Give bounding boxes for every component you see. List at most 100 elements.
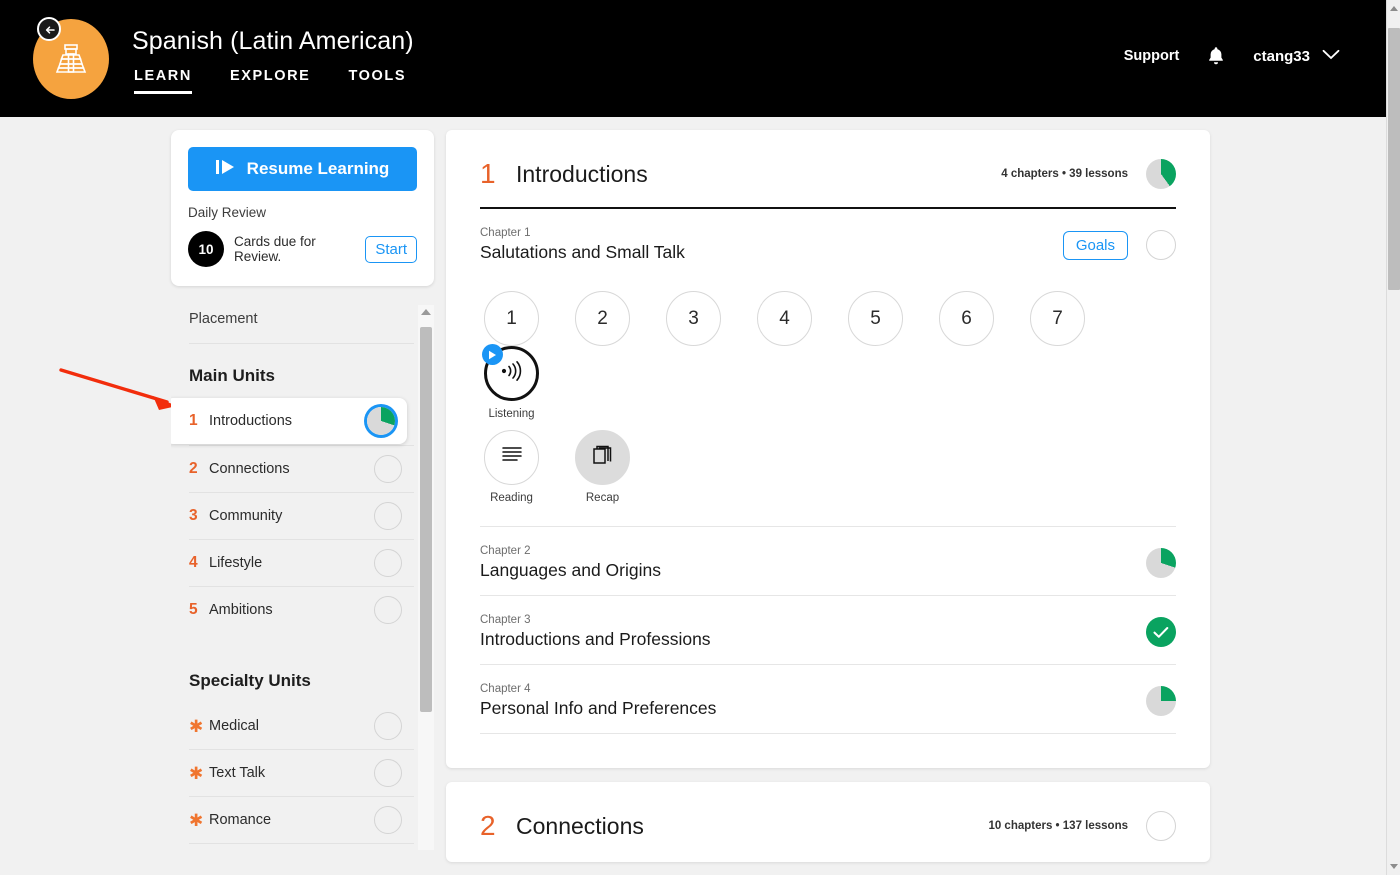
scrollbar-thumb[interactable] <box>420 327 432 712</box>
nav-item-learn[interactable]: LEARN <box>134 68 192 94</box>
lesson-button-5[interactable]: 5 <box>848 291 903 346</box>
chapter-kicker: Chapter 3 <box>480 614 531 626</box>
lesson-button-2[interactable]: 2 <box>575 291 630 346</box>
chapter-progress-pie <box>1146 548 1176 578</box>
unit-number: 4 <box>189 554 198 571</box>
asterisk-icon: ✱ <box>189 810 204 830</box>
chapter-kicker: Chapter 1 <box>480 227 531 239</box>
scrollbar-thumb[interactable] <box>1388 28 1400 290</box>
scroll-up-arrow-icon[interactable] <box>1389 6 1398 11</box>
header-actions: Support ctang33 <box>1124 46 1340 66</box>
lesson-button-3[interactable]: 3 <box>666 291 721 346</box>
support-link[interactable]: Support <box>1124 48 1180 64</box>
sidebar-scrollbar[interactable] <box>418 305 434 850</box>
page-root: Spanish (Latin American) LEARN EXPLORE T… <box>0 0 1400 875</box>
resume-learning-label: Resume Learning <box>246 159 390 178</box>
lesson-cell: 1 <box>480 291 543 346</box>
sidebar-item-text-talk[interactable]: ✱ Text Talk <box>171 750 414 796</box>
sidebar-item-medical[interactable]: ✱ Medical <box>171 703 414 749</box>
scroll-down-arrow-icon[interactable] <box>1389 864 1398 869</box>
progress-pie <box>374 596 402 624</box>
sidebar-item-label: Lifestyle <box>209 555 263 571</box>
sidebar-item-partial[interactable] <box>171 844 414 850</box>
recap-activity-button[interactable] <box>575 430 630 485</box>
sidebar-item-romance[interactable]: ✱ Romance <box>171 797 414 843</box>
sidebar-item-connections[interactable]: 2 Connections <box>171 446 414 492</box>
unit-card-introductions: 1 Introductions 4 chapters • 39 lessons … <box>446 130 1210 768</box>
unit-number: 3 <box>189 507 198 524</box>
lesson-cell: Recap <box>571 430 634 504</box>
audio-wave-icon <box>498 360 526 388</box>
user-menu[interactable]: ctang33 <box>1253 47 1340 65</box>
asterisk-icon: ✱ <box>189 716 204 736</box>
notification-bell-icon[interactable] <box>1207 46 1225 66</box>
activity-caption: Reading <box>490 492 533 504</box>
scroll-up-arrow-icon[interactable] <box>421 309 431 315</box>
user-name-label: ctang33 <box>1253 47 1310 65</box>
lesson-cell: 4 <box>753 291 816 346</box>
daily-review-label: Daily Review <box>188 205 267 220</box>
reading-activity-button[interactable] <box>484 430 539 485</box>
chapter-texts: Chapter 1 Salutations and Small Talk <box>480 227 1063 263</box>
chapter-row: Chapter 1 Salutations and Small Talk Goa… <box>480 209 1176 277</box>
chapter-kicker: Chapter 2 <box>480 545 531 557</box>
sidebar-item-placement[interactable]: Placement <box>171 305 414 343</box>
chapter-title[interactable]: Personal Info and Preferences <box>480 698 1146 719</box>
sidebar-item-lifestyle[interactable]: 4 Lifestyle <box>171 540 414 586</box>
lesson-cell: 7 <box>1026 291 1089 346</box>
sidebar-item-introductions[interactable]: 1 Introductions <box>171 398 407 444</box>
chapter-kicker: Chapter 4 <box>480 683 531 695</box>
lesson-button-4[interactable]: 4 <box>757 291 812 346</box>
progress-pie <box>374 549 402 577</box>
unit-list-container: Placement Main Units 1 Introductions 2 C… <box>171 305 434 850</box>
app-header: Spanish (Latin American) LEARN EXPLORE T… <box>0 0 1386 117</box>
chapter-title[interactable]: Introductions and Professions <box>480 629 1146 650</box>
course-logo[interactable] <box>33 17 109 99</box>
play-icon <box>215 159 236 180</box>
window-scrollbar[interactable] <box>1386 0 1400 875</box>
sidebar-item-label: Text Talk <box>209 765 266 781</box>
lesson-button-7[interactable]: 7 <box>1030 291 1085 346</box>
goals-button[interactable]: Goals <box>1062 230 1128 260</box>
unit-number: 5 <box>189 601 198 618</box>
sidebar-item-community[interactable]: 3 Community <box>171 493 414 539</box>
chapter-row: Chapter 3 Introductions and Professions <box>480 596 1176 664</box>
lesson-grid: 1 2 3 4 5 6 7 Listening Reading Recap <box>480 277 1176 526</box>
progress-pie <box>374 806 402 834</box>
nav-item-explore[interactable]: EXPLORE <box>230 68 311 94</box>
chapter-complete-check-icon <box>1146 617 1176 647</box>
sidebar-item-ambitions[interactable]: 5 Ambitions <box>171 587 414 633</box>
unit-card-connections: 2 Connections 10 chapters • 137 lessons <box>446 782 1210 862</box>
chapter-title[interactable]: Languages and Origins <box>480 560 1146 581</box>
start-review-button[interactable]: Start <box>365 235 417 263</box>
unit-number: 2 <box>480 810 496 841</box>
lesson-button-1[interactable]: 1 <box>484 291 539 346</box>
swap-course-icon[interactable] <box>37 17 61 41</box>
unit-title: Connections <box>516 812 644 839</box>
text-lines-icon <box>500 445 524 471</box>
chapter-title[interactable]: Salutations and Small Talk <box>480 242 1063 263</box>
chapter-texts: Chapter 2 Languages and Origins <box>480 545 1146 581</box>
chapter-row: Chapter 2 Languages and Origins <box>480 527 1176 595</box>
sidebar-item-label: Medical <box>209 718 259 734</box>
main-content: 1 Introductions 4 chapters • 39 lessons … <box>446 130 1210 875</box>
resume-learning-button[interactable]: Resume Learning <box>188 147 417 191</box>
unit-title: Introductions <box>516 160 648 187</box>
lesson-cell: 6 <box>935 291 998 346</box>
main-nav: LEARN EXPLORE TOOLS <box>134 68 406 94</box>
chapter-progress-pie <box>1146 230 1176 260</box>
nav-item-tools[interactable]: TOOLS <box>348 68 406 94</box>
chapter-row: Chapter 4 Personal Info and Preferences <box>480 665 1176 733</box>
listening-activity-button[interactable] <box>482 344 539 401</box>
chevron-down-icon <box>1322 47 1340 65</box>
lesson-cell: 2 <box>571 291 634 346</box>
lesson-button-6[interactable]: 6 <box>939 291 994 346</box>
activity-caption: Listening <box>488 408 535 420</box>
divider <box>480 733 1176 734</box>
chapter-texts: Chapter 3 Introductions and Professions <box>480 614 1146 650</box>
lesson-cell: Listening <box>480 344 543 420</box>
main-units-heading: Main Units <box>189 366 275 385</box>
unit-number: 1 <box>480 158 496 189</box>
progress-pie <box>374 502 402 530</box>
sidebar-item-label: Ambitions <box>209 602 273 618</box>
